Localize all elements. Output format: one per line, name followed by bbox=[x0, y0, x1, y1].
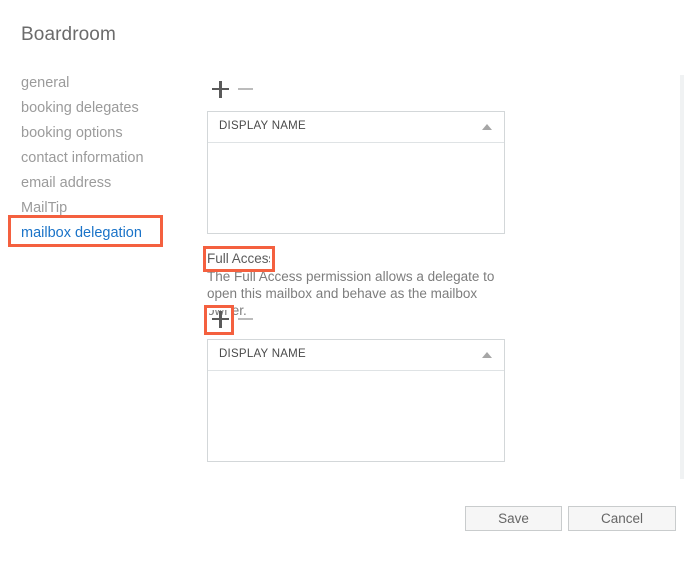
full-access-list-body[interactable] bbox=[208, 371, 504, 456]
remove-icon[interactable] bbox=[236, 78, 258, 102]
sidebar-item-mailtip[interactable]: MailTip bbox=[21, 196, 191, 221]
send-as-toolbar bbox=[210, 78, 270, 104]
send-as-column-header[interactable]: DISPLAY NAME bbox=[208, 112, 504, 143]
column-header-label: DISPLAY NAME bbox=[219, 120, 306, 132]
sort-ascending-icon[interactable] bbox=[482, 124, 492, 130]
sort-ascending-icon[interactable] bbox=[482, 352, 492, 358]
send-as-list-body[interactable] bbox=[208, 143, 504, 228]
add-icon[interactable] bbox=[210, 78, 232, 102]
page-title: Boardroom bbox=[21, 24, 116, 45]
remove-icon[interactable] bbox=[236, 308, 258, 332]
column-header-label: DISPLAY NAME bbox=[219, 348, 306, 360]
cancel-button[interactable]: Cancel bbox=[568, 506, 676, 531]
sidebar-item-general[interactable]: general bbox=[21, 71, 191, 96]
save-button[interactable]: Save bbox=[465, 506, 562, 531]
sidebar-item-mailbox-delegation[interactable]: mailbox delegation bbox=[21, 221, 191, 246]
vertical-scrollbar[interactable] bbox=[680, 75, 684, 479]
sidebar-item-booking-delegates[interactable]: booking delegates bbox=[21, 96, 191, 121]
send-as-listbox: DISPLAY NAME bbox=[207, 111, 505, 234]
full-access-column-header[interactable]: DISPLAY NAME bbox=[208, 340, 504, 371]
sidebar-item-booking-options[interactable]: booking options bbox=[21, 121, 191, 146]
full-access-heading: Full Access bbox=[207, 251, 276, 266]
full-access-toolbar bbox=[210, 308, 270, 334]
sidebar-item-email-address[interactable]: email address bbox=[21, 171, 191, 196]
sidebar-nav: general booking delegates booking option… bbox=[21, 71, 191, 246]
full-access-listbox: DISPLAY NAME bbox=[207, 339, 505, 462]
mailbox-properties-dialog: Boardroom general booking delegates book… bbox=[0, 0, 692, 564]
add-icon[interactable] bbox=[210, 308, 232, 332]
sidebar-item-contact-information[interactable]: contact information bbox=[21, 146, 191, 171]
